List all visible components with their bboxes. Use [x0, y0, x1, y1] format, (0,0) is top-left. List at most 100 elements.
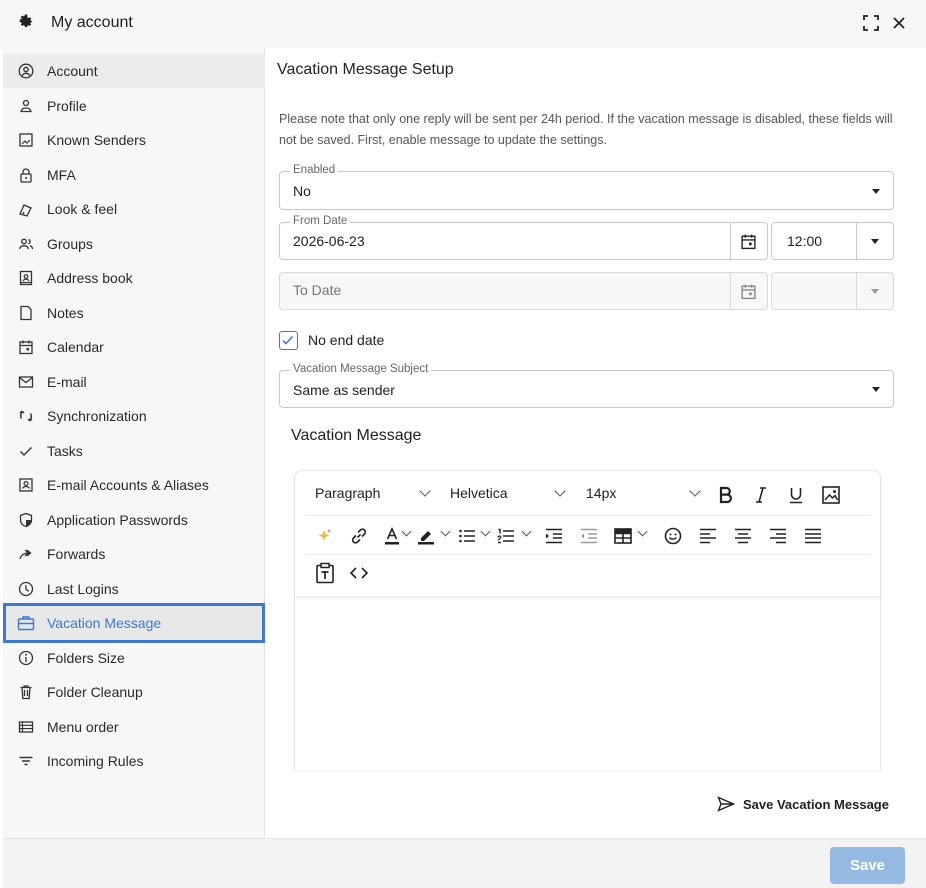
sidebar-item-groups[interactable]: Groups [3, 227, 265, 261]
enabled-select[interactable]: Enabled No [279, 164, 894, 210]
enabled-value: No [293, 183, 311, 199]
shield-icon [17, 511, 35, 529]
sidebar-item-label: Incoming Rules [47, 753, 144, 769]
fullscreen-icon[interactable] [862, 14, 880, 32]
subject-value: Same as sender [293, 382, 395, 398]
sidebar-item-look-and-feel[interactable]: Look & feel [3, 192, 265, 226]
indent-icon[interactable] [543, 525, 565, 547]
chevron-down-icon[interactable] [554, 485, 566, 497]
chevron-down-icon[interactable] [440, 526, 451, 537]
sidebar-item-vacation-message[interactable]: Vacation Message [3, 603, 265, 643]
font-family-select[interactable]: Helvetica [450, 485, 508, 501]
sidebar-item-address-book[interactable]: Address book [3, 261, 265, 295]
send-icon [717, 796, 735, 812]
sidebar-item-label: E-mail [47, 374, 87, 390]
table-icon[interactable] [612, 525, 634, 547]
save-vacation-message-button[interactable]: Save Vacation Message [717, 796, 889, 812]
subject-select[interactable]: Vacation Message Subject Same as sender [279, 363, 894, 408]
bold-icon[interactable] [715, 484, 737, 506]
sidebar-item-mfa[interactable]: MFA [3, 158, 265, 192]
chevron-down-icon[interactable] [401, 526, 412, 537]
sidebar-item-synchronization[interactable]: Synchronization [3, 399, 265, 433]
emoji-icon[interactable] [662, 525, 684, 547]
to-date-placeholder: To Date [293, 282, 342, 298]
from-date-field[interactable]: From Date 2026-06-23 [279, 215, 768, 260]
italic-icon[interactable] [750, 484, 772, 506]
sync-icon [17, 407, 35, 425]
editor-body[interactable] [295, 598, 880, 771]
sidebar-item-label: Menu order [47, 719, 119, 735]
checkmark-icon [282, 335, 294, 345]
sidebar-item-notes[interactable]: Notes [3, 296, 265, 330]
ai-sparkle-icon[interactable] [313, 525, 335, 547]
align-left-icon[interactable] [697, 525, 719, 547]
sidebar-item-profile[interactable]: Profile [3, 89, 265, 123]
from-time-select[interactable]: 12:00 [771, 222, 894, 260]
calendar-icon [17, 338, 35, 356]
note-icon [17, 304, 35, 322]
no-end-date-checkbox[interactable] [279, 331, 298, 350]
highlight-color-icon[interactable] [415, 525, 437, 547]
underline-icon[interactable] [785, 484, 807, 506]
sidebar-item-known-senders[interactable]: Known Senders [3, 123, 265, 157]
sidebar-item-label: Folder Cleanup [47, 684, 143, 700]
chevron-down-icon[interactable] [637, 526, 648, 537]
settings-sidebar: Account Profile Known Senders MFA Look &… [3, 48, 265, 838]
info-note: Please note that only one reply will be … [279, 112, 893, 147]
sidebar-item-calendar[interactable]: Calendar [3, 330, 265, 364]
sidebar-item-label: Calendar [47, 339, 104, 355]
to-date-field[interactable]: To Date [279, 272, 768, 310]
insert-image-icon[interactable] [820, 484, 842, 506]
source-code-icon[interactable] [348, 562, 370, 584]
sidebar-item-folders-size[interactable]: Folders Size [3, 641, 265, 675]
from-date-label: From Date [290, 215, 351, 227]
sidebar-item-menu-order[interactable]: Menu order [3, 710, 265, 744]
chevron-down-icon[interactable] [689, 485, 701, 497]
sidebar-item-application-passwords[interactable]: Application Passwords [3, 503, 265, 537]
lock-icon [17, 166, 35, 184]
calendar-icon[interactable] [740, 233, 757, 255]
sidebar-item-incoming-rules[interactable]: Incoming Rules [3, 744, 265, 778]
align-center-icon[interactable] [732, 525, 754, 547]
bullet-list-icon[interactable] [456, 525, 478, 547]
to-time-select[interactable] [771, 272, 894, 310]
my-account-window: My account Account Profile Known Senders… [0, 0, 926, 888]
numbered-list-icon[interactable] [495, 525, 517, 547]
clock-icon [17, 580, 35, 598]
sidebar-item-email[interactable]: E-mail [3, 365, 265, 399]
mail-icon [17, 373, 35, 391]
align-right-icon[interactable] [767, 525, 789, 547]
caret-down-icon [872, 387, 880, 392]
sidebar-item-label: Groups [47, 236, 93, 252]
close-icon[interactable] [890, 14, 908, 32]
sidebar-item-label: Forwards [47, 546, 106, 562]
sidebar-item-email-accounts-aliases[interactable]: E-mail Accounts & Aliases [3, 468, 265, 502]
chevron-down-icon[interactable] [480, 526, 491, 537]
sidebar-item-label: Synchronization [47, 408, 147, 424]
sidebar-item-label: Profile [47, 98, 87, 114]
link-icon[interactable] [348, 525, 370, 547]
caret-down-icon [871, 289, 879, 294]
field-divider [856, 273, 857, 309]
vacation-message-heading: Vacation Message [291, 427, 422, 444]
window-title: My account [51, 14, 133, 31]
chevron-down-icon[interactable] [419, 485, 431, 497]
calendar-icon[interactable] [740, 283, 757, 305]
sidebar-item-forwards[interactable]: Forwards [3, 537, 265, 571]
sidebar-item-folder-cleanup[interactable]: Folder Cleanup [3, 675, 265, 709]
sidebar-item-tasks[interactable]: Tasks [3, 434, 265, 468]
chevron-down-icon[interactable] [521, 526, 532, 537]
block-format-select[interactable]: Paragraph [315, 485, 380, 501]
outdent-icon[interactable] [578, 525, 600, 547]
palette-icon [17, 200, 35, 218]
sidebar-item-label: Known Senders [47, 132, 146, 148]
field-divider [730, 223, 731, 259]
save-button[interactable]: Save [830, 847, 905, 884]
text-color-icon[interactable] [381, 525, 403, 547]
message-editor: Paragraph Helvetica 14px [294, 470, 881, 770]
font-size-select[interactable]: 14px [586, 485, 616, 501]
sidebar-item-last-logins[interactable]: Last Logins [3, 572, 265, 606]
paste-as-text-icon[interactable] [314, 562, 336, 584]
sidebar-item-account[interactable]: Account [3, 54, 265, 88]
align-justify-icon[interactable] [802, 525, 824, 547]
